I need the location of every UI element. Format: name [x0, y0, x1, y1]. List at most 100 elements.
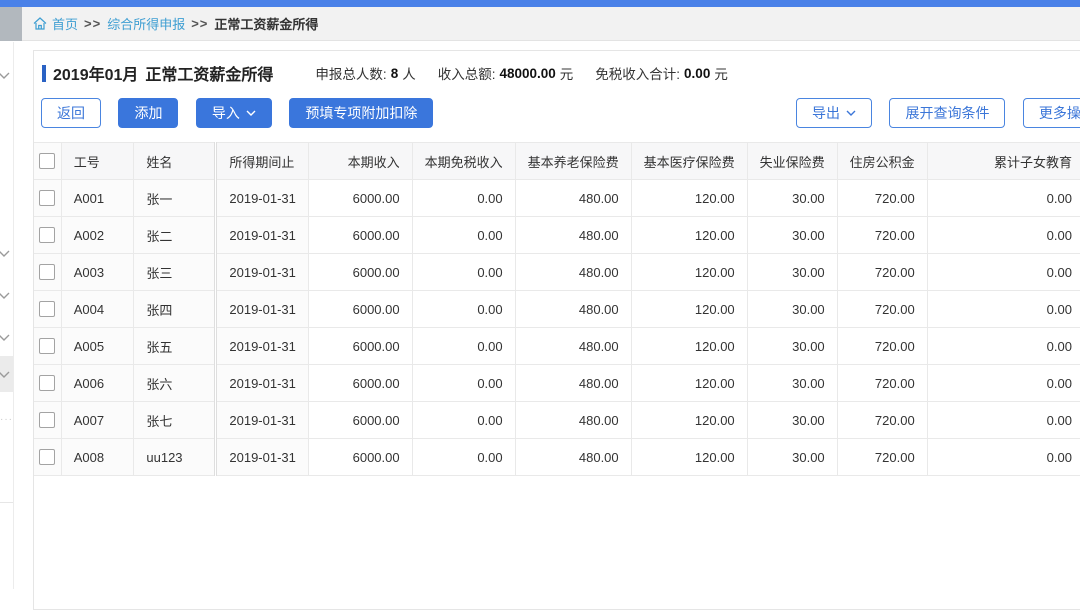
- cell: 0.00: [411, 401, 516, 439]
- cell: uu123: [133, 438, 217, 476]
- breadcrumb-parent-link[interactable]: 综合所得申报: [107, 14, 185, 33]
- cell: 120.00: [630, 327, 748, 365]
- expand-query-button[interactable]: 展开查询条件: [889, 98, 1006, 128]
- cell: 480.00: [514, 179, 632, 217]
- cell: 2019-01-31: [214, 327, 310, 365]
- import-label: 导入: [211, 105, 240, 121]
- cell: 张五: [133, 327, 217, 365]
- cell: 张一: [133, 179, 217, 217]
- cell: A002: [60, 216, 135, 254]
- breadcrumb-separator: >>: [191, 16, 209, 31]
- select-all-checkbox[interactable]: [39, 153, 56, 170]
- main-panel: 2019年01月 正常工资薪金所得 申报总人数: 8 人 收入总额: 48000…: [33, 50, 1080, 610]
- cell: 480.00: [514, 364, 632, 402]
- table-row: A006 张六 2019-01-31 6000.00 0.00 480.00 120.00 3…: [34, 364, 1080, 402]
- table-header-row: 工号 姓名 所得期间止 本期收入 本期免税收入 基本养老保险费 基本医疗保险费 失业保险费 住房…: [34, 142, 1080, 180]
- column-header: 住房公积金: [836, 142, 928, 180]
- cell: A003: [60, 253, 135, 291]
- cell: 0.00: [411, 216, 516, 254]
- breadcrumb-home-link[interactable]: 首页: [52, 14, 78, 33]
- chevron-icon[interactable]: [0, 288, 11, 302]
- stat-tax-free-income: 免税收入合计: 0.00 元: [595, 65, 728, 83]
- cell: A008: [60, 438, 135, 476]
- cell: 0.00: [411, 290, 516, 328]
- row-checkbox[interactable]: [39, 264, 56, 281]
- back-button[interactable]: 返回: [41, 98, 101, 128]
- chevron-icon[interactable]: [0, 367, 11, 381]
- row-checkbox[interactable]: [39, 375, 56, 392]
- cell: 张二: [133, 216, 217, 254]
- collapsed-sidebar: ···: [0, 42, 14, 589]
- cell: 张四: [133, 290, 217, 328]
- toolbar: 返回 添加 导入 预填专项附加扣除 导出 展开查询条件 更多操作: [41, 98, 1080, 128]
- breadcrumb-current: 正常工资薪金所得: [214, 17, 319, 32]
- cell: 720.00: [836, 216, 928, 254]
- cell: 480.00: [514, 327, 632, 365]
- cell: 2019-01-31: [214, 290, 310, 328]
- add-button[interactable]: 添加: [118, 98, 179, 128]
- stat-total-income: 收入总额: 48000.00 元: [437, 65, 574, 83]
- row-checkbox[interactable]: [39, 301, 56, 318]
- stat-total-people: 申报总人数: 8 人: [315, 65, 416, 83]
- cell: 30.00: [746, 401, 838, 439]
- row-checkbox[interactable]: [39, 412, 56, 429]
- cell: A006: [60, 364, 135, 402]
- cell: 0.00: [926, 327, 1080, 365]
- row-checkbox[interactable]: [39, 338, 56, 355]
- cell: 2019-01-31: [214, 253, 310, 291]
- row-checkbox[interactable]: [39, 449, 56, 466]
- column-header: 工号: [60, 142, 135, 180]
- sidebar-divider: [0, 502, 13, 503]
- top-accent-strip: [0, 0, 1080, 7]
- cell: 720.00: [836, 179, 928, 217]
- cell: 6000.00: [308, 327, 413, 365]
- chevron-icon[interactable]: [0, 246, 11, 260]
- salary-table: 工号 姓名 所得期间止 本期收入 本期免税收入 基本养老保险费 基本医疗保险费 失业保险费 住房…: [34, 142, 1080, 476]
- cell: 120.00: [630, 438, 748, 476]
- breadcrumb-separator: >>: [84, 16, 102, 31]
- cell: 120.00: [630, 364, 748, 402]
- column-header: 本期免税收入: [411, 142, 516, 180]
- chevron-icon[interactable]: [0, 68, 11, 82]
- column-header: 姓名: [133, 142, 217, 180]
- cell: 0.00: [926, 216, 1080, 254]
- cell: 720.00: [836, 253, 928, 291]
- chevron-icon[interactable]: [0, 330, 11, 344]
- cell: 2019-01-31: [214, 438, 310, 476]
- more-actions-button[interactable]: 更多操作: [1022, 98, 1080, 128]
- row-checkbox[interactable]: [39, 190, 56, 207]
- cell: 30.00: [746, 438, 838, 476]
- cell: 2019-01-31: [214, 216, 310, 254]
- summary-stats: 申报总人数: 8 人 收入总额: 48000.00 元 免税收入合计: 0.00…: [315, 63, 749, 83]
- cell: 480.00: [514, 253, 632, 291]
- toolbar-right-group: 导出 展开查询条件 更多操作: [796, 98, 1080, 128]
- cell: 120.00: [630, 179, 748, 217]
- table-row: A004 张四 2019-01-31 6000.00 0.00 480.00 120.00 3…: [34, 290, 1080, 328]
- sidebar-ellipsis: ···: [0, 414, 13, 425]
- cell: 720.00: [836, 364, 928, 402]
- export-label: 导出: [812, 105, 840, 121]
- export-dropdown-button[interactable]: 导出: [796, 98, 872, 128]
- cell: 30.00: [746, 179, 838, 217]
- cell: 张六: [133, 364, 217, 402]
- column-header: 基本养老保险费: [514, 142, 632, 180]
- import-dropdown-button[interactable]: 导入: [195, 98, 272, 128]
- cell: 480.00: [514, 438, 632, 476]
- table-row: A002 张二 2019-01-31 6000.00 0.00 480.00 120.00 3…: [34, 216, 1080, 254]
- cell: 0.00: [926, 401, 1080, 439]
- cell: 6000.00: [308, 216, 413, 254]
- table-row: A005 张五 2019-01-31 6000.00 0.00 480.00 120.00 3…: [34, 327, 1080, 365]
- cell: 30.00: [746, 253, 838, 291]
- cell: 30.00: [746, 216, 838, 254]
- cell: 6000.00: [308, 179, 413, 217]
- row-checkbox[interactable]: [39, 227, 56, 244]
- cell: 480.00: [514, 290, 632, 328]
- cell: 0.00: [411, 364, 516, 402]
- cell: 120.00: [630, 290, 748, 328]
- cell: 30.00: [746, 327, 838, 365]
- cell: 0.00: [411, 438, 516, 476]
- cell: A004: [60, 290, 135, 328]
- prefill-deductions-button[interactable]: 预填专项附加扣除: [289, 98, 434, 128]
- cell: 2019-01-31: [214, 401, 310, 439]
- cell: A001: [60, 179, 135, 217]
